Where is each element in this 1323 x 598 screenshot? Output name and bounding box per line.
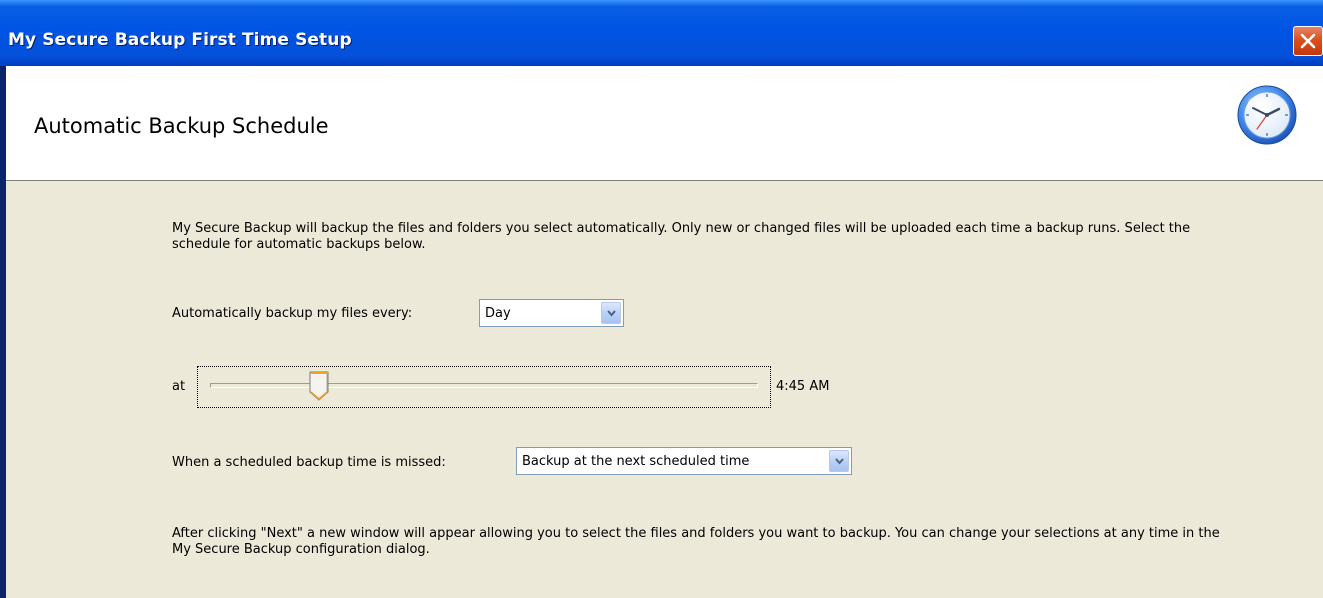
page-title: Automatic Backup Schedule xyxy=(34,114,329,138)
close-button[interactable] xyxy=(1293,26,1323,56)
dropdown-button[interactable] xyxy=(829,450,849,472)
dropdown-button[interactable] xyxy=(601,302,621,324)
close-icon xyxy=(1300,33,1316,49)
intro-text: My Secure Backup will backup the files a… xyxy=(172,221,1191,252)
missed-value: Backup at the next scheduled time xyxy=(522,454,750,469)
setup-window: My Secure Backup First Time Setup Automa… xyxy=(0,0,1323,598)
frequency-dropdown[interactable]: Day xyxy=(479,299,624,327)
time-slider[interactable] xyxy=(197,366,771,408)
wizard-content: My Secure Backup will backup the files a… xyxy=(6,181,1323,598)
wizard-header: Automatic Backup Schedule xyxy=(6,66,1323,181)
frequency-value: Day xyxy=(485,306,511,321)
missed-dropdown[interactable]: Backup at the next scheduled time xyxy=(516,447,852,475)
chevron-down-icon xyxy=(607,310,616,317)
slider-thumb[interactable] xyxy=(309,371,329,401)
chevron-down-icon xyxy=(835,458,844,465)
slider-track xyxy=(210,383,758,388)
title-bar[interactable]: My Secure Backup First Time Setup xyxy=(0,0,1323,66)
clock-icon xyxy=(1237,85,1297,145)
time-value: 4:45 AM xyxy=(776,379,830,394)
frequency-label: Automatically backup my files every: xyxy=(172,306,413,321)
missed-label: When a scheduled backup time is missed: xyxy=(172,455,446,470)
outro-text: After clicking "Next" a new window will … xyxy=(172,526,1220,557)
time-label: at xyxy=(172,379,186,394)
window-title: My Secure Backup First Time Setup xyxy=(8,30,352,50)
